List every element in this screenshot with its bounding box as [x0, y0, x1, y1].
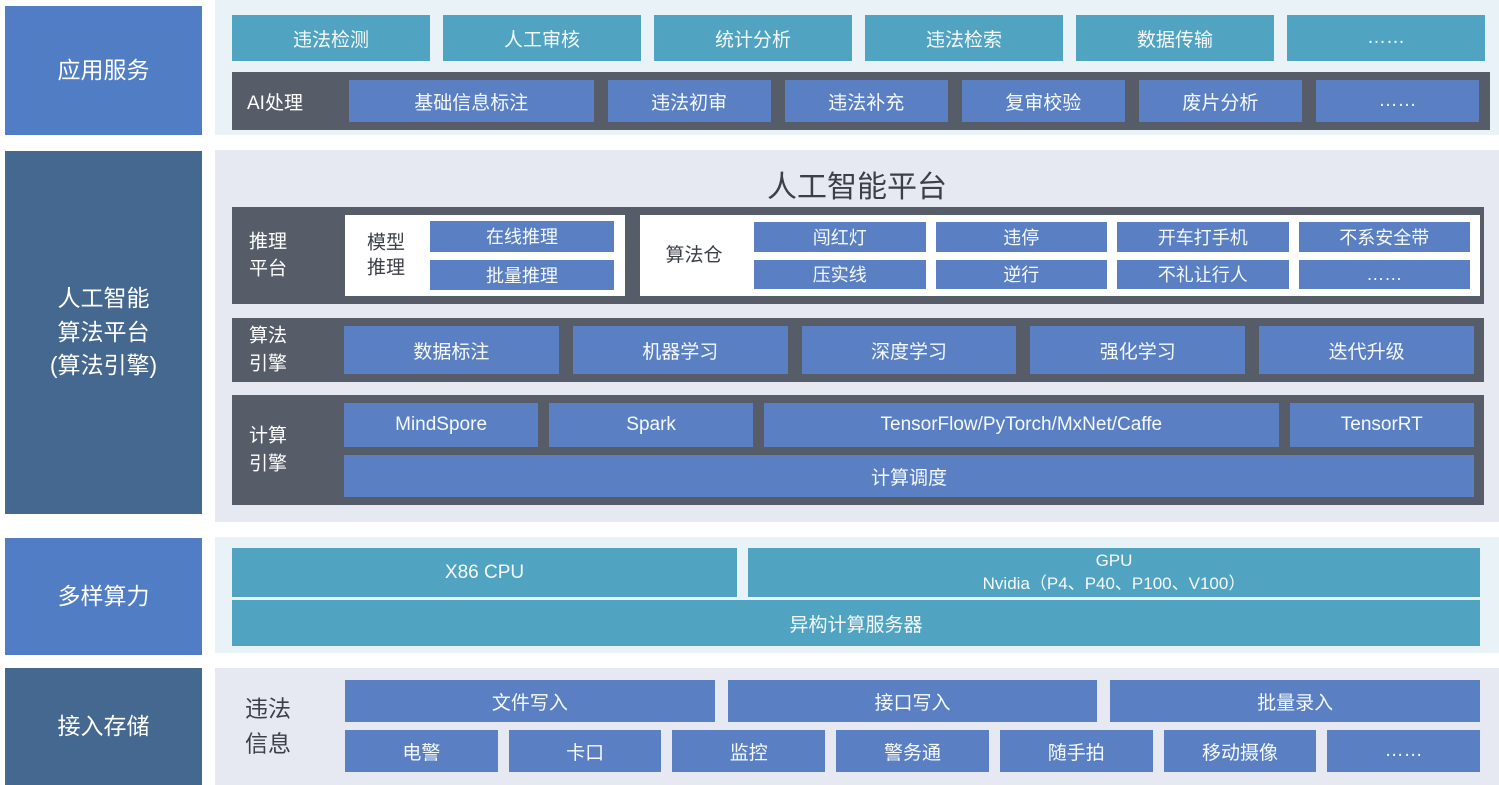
engine-node-data-labeling: 数据标注 [344, 326, 559, 374]
inference-platform-label: 推理 平台 [249, 228, 287, 283]
compute-frameworks-row: MindSpore Spark TensorFlow/PyTorch/MxNet… [344, 403, 1474, 447]
service-node-more: …… [1287, 15, 1485, 61]
sidebar-label-app-services: 应用服务 [5, 6, 202, 135]
algorithm-store-grid: 闯红灯 违停 开车打手机 不系安全带 压实线 逆行 不礼让行人 …… [754, 222, 1470, 289]
model-inference-items: 在线推理 批量推理 [430, 221, 614, 290]
node-batch-inference: 批量推理 [430, 260, 614, 291]
algorithm-store-box: 算法仓 闯红灯 违停 开车打手机 不系安全带 压实线 逆行 不礼让行人 …… [640, 215, 1480, 296]
violation-info-label: 违法 信息 [245, 691, 291, 762]
service-node-statistics: 统计分析 [654, 15, 852, 61]
algorithm-store-label: 算法仓 [652, 243, 736, 269]
algo-node-no-yield-pedestrian: 不礼让行人 [1117, 260, 1289, 290]
algo-node-more: …… [1299, 260, 1471, 290]
source-node-checkpoint: 卡口 [509, 730, 662, 772]
source-node-surveillance: 监控 [672, 730, 825, 772]
heterogeneous-server-bar: 异构计算服务器 [232, 600, 1480, 646]
panel-access-storage: 违法 信息 文件写入 接口写入 批量录入 电警 卡口 监控 警务通 随手拍 移动… [215, 668, 1499, 785]
service-node-data-transfer: 数据传输 [1076, 15, 1274, 61]
model-inference-box: 模型 推理 在线推理 批量推理 [345, 215, 625, 296]
algo-node-solid-line: 压实线 [754, 260, 926, 290]
algo-node-red-light: 闯红灯 [754, 222, 926, 252]
ingest-row: 文件写入 接口写入 批量录入 [345, 680, 1480, 722]
ai-step-recheck: 复审校验 [962, 80, 1125, 122]
framework-node-tensorrt: TensorRT [1290, 403, 1474, 447]
sidebar-label-storage: 接入存储 [5, 668, 202, 785]
algo-node-wrong-way: 逆行 [936, 260, 1108, 290]
source-row: 电警 卡口 监控 警务通 随手拍 移动摄像 …… [345, 730, 1480, 772]
source-node-snapshot: 随手拍 [1000, 730, 1153, 772]
ai-step-more: …… [1316, 80, 1479, 122]
source-node-electronic-police: 电警 [345, 730, 498, 772]
ai-step-basic-annotation: 基础信息标注 [349, 80, 594, 122]
ingest-node-api-write: 接口写入 [728, 680, 1098, 722]
algo-node-illegal-parking: 违停 [936, 222, 1108, 252]
ai-platform-title: 人工智能平台 [215, 162, 1499, 206]
algorithm-engine-items: 数据标注 机器学习 深度学习 强化学习 迭代升级 [344, 326, 1474, 374]
algorithm-engine-label: 算法 引擎 [249, 322, 287, 377]
framework-node-tensorflow-pytorch: TensorFlow/PyTorch/MxNet/Caffe [764, 403, 1279, 447]
engine-node-reinforcement-learning: 强化学习 [1030, 326, 1245, 374]
gpu-node: GPU Nvidia（P4、P40、P100、V100） [748, 548, 1480, 597]
service-node-manual-review: 人工审核 [443, 15, 641, 61]
source-node-mobile-camera: 移动摄像 [1164, 730, 1317, 772]
engine-node-deep-learning: 深度学习 [802, 326, 1017, 374]
service-node-violation-detection: 违法检测 [232, 15, 430, 61]
ai-step-discard-analysis: 废片分析 [1139, 80, 1302, 122]
panel-ai-platform: 人工智能平台 推理 平台 模型 推理 在线推理 批量推理 算法仓 闯红灯 违停 … [215, 150, 1499, 522]
ai-processing-label: AI处理 [247, 88, 335, 115]
cpu-node: X86 CPU [232, 548, 737, 597]
engine-node-machine-learning: 机器学习 [573, 326, 788, 374]
engine-node-iterative-upgrade: 迭代升级 [1259, 326, 1474, 374]
algo-node-phone-driving: 开车打手机 [1117, 222, 1289, 252]
inference-platform-block: 推理 平台 模型 推理 在线推理 批量推理 算法仓 闯红灯 违停 开车打手机 不… [232, 207, 1484, 304]
ai-step-violation-supplement: 违法补充 [785, 80, 948, 122]
framework-node-mindspore: MindSpore [344, 403, 538, 447]
model-inference-label: 模型 推理 [355, 230, 417, 281]
ai-step-initial-review: 违法初审 [608, 80, 771, 122]
architecture-diagram: 应用服务 人工智能 算法平台 (算法引擎) 多样算力 接入存储 违法检测 人工审… [0, 0, 1499, 785]
compute-engine-label: 计算 引擎 [249, 422, 287, 477]
algorithm-engine-block: 算法 引擎 数据标注 机器学习 深度学习 强化学习 迭代升级 [232, 318, 1484, 382]
source-node-more: …… [1327, 730, 1480, 772]
node-online-inference: 在线推理 [430, 221, 614, 252]
ingest-node-file-write: 文件写入 [345, 680, 715, 722]
compute-engine-block: 计算 引擎 MindSpore Spark TensorFlow/PyTorch… [232, 395, 1484, 505]
panel-computing-power: X86 CPU GPU Nvidia（P4、P40、P100、V100） 异构计… [215, 537, 1499, 653]
sidebar-label-ai-platform: 人工智能 算法平台 (算法引擎) [5, 151, 202, 514]
algo-node-no-seatbelt: 不系安全带 [1299, 222, 1471, 252]
compute-scheduler-bar: 计算调度 [344, 455, 1474, 497]
ai-processing-bar: AI处理 基础信息标注 违法初审 违法补充 复审校验 废片分析 …… [232, 72, 1490, 130]
service-node-violation-search: 违法检索 [865, 15, 1063, 61]
sidebar-label-computing: 多样算力 [5, 538, 202, 655]
framework-node-spark: Spark [549, 403, 753, 447]
service-row: 违法检测 人工审核 统计分析 违法检索 数据传输 …… [232, 15, 1485, 61]
source-node-police-terminal: 警务通 [836, 730, 989, 772]
ingest-node-batch-entry: 批量录入 [1110, 680, 1480, 722]
panel-app-services: 违法检测 人工审核 统计分析 违法检索 数据传输 …… AI处理 基础信息标注 … [215, 0, 1499, 135]
